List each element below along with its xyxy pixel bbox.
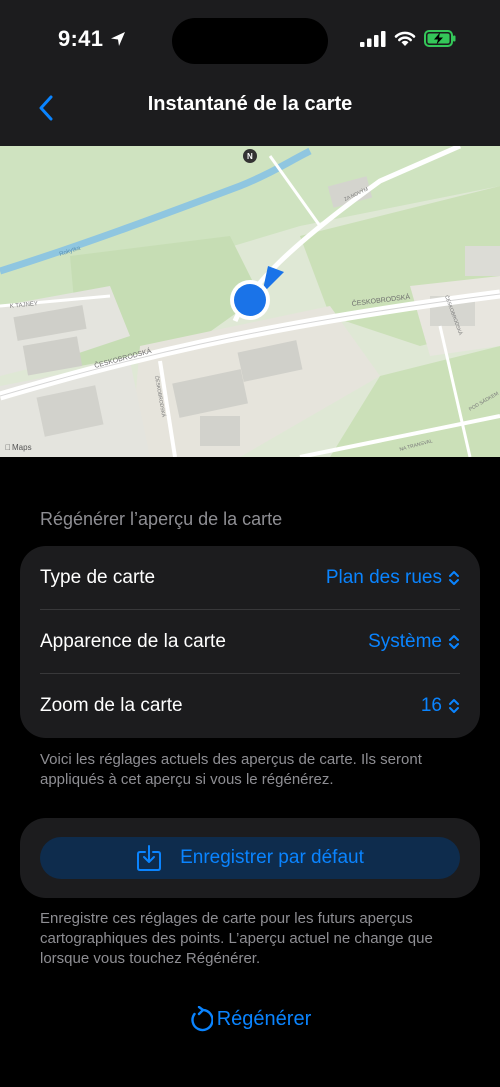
settings-footnote: Voici les réglages actuels des aperçus d…: [40, 751, 422, 788]
map-appearance-picker[interactable]: Système: [368, 631, 460, 653]
save-footnote: Enregistre ces réglages de carte pour le…: [40, 910, 433, 967]
download-tray-icon: [137, 845, 162, 871]
navigation-bar: Instantané de la carte: [0, 80, 500, 146]
map-type-label: Type de carte: [40, 567, 156, 588]
wifi-icon: [394, 31, 416, 46]
chevron-up-down-icon: [449, 571, 459, 585]
map-type-picker[interactable]: Plan des rues: [326, 567, 460, 589]
map-graphic: ČESKOBRODSKÁ ČESKOBRODSKÁ K TAJNEY Rokyt…: [0, 146, 500, 457]
status-icons: [360, 30, 456, 47]
page-title: Instantané de la carte: [147, 93, 353, 115]
battery-charging-icon: [424, 30, 456, 47]
status-bar: 9:41: [0, 0, 500, 80]
maps-attribution:  Maps: [5, 443, 32, 452]
settings-card: Type de carte Plan des rues Apparence de…: [20, 546, 480, 738]
map-appearance-label: Apparence de la carte: [40, 631, 226, 652]
map-appearance-row[interactable]: Apparence de la carte Système: [40, 610, 460, 674]
maps-attribution-text: Maps: [12, 443, 32, 452]
svg-text:: : [5, 443, 11, 452]
save-default-button[interactable]: Enregistrer par défaut: [40, 837, 460, 879]
svg-text:N: N: [247, 152, 253, 161]
compass-icon: N: [243, 149, 257, 163]
status-time: 9:41: [58, 26, 127, 52]
section-header: Régénérer l’aperçu de la carte: [40, 509, 283, 529]
map-snapshot: ČESKOBRODSKÁ ČESKOBRODSKÁ K TAJNEY Rokyt…: [0, 146, 500, 457]
map-zoom-label: Zoom de la carte: [40, 695, 183, 716]
dynamic-island: [172, 18, 328, 64]
map-zoom-picker[interactable]: 16: [421, 695, 460, 717]
map-type-row[interactable]: Type de carte Plan des rues: [40, 546, 460, 610]
map-zoom-row[interactable]: Zoom de la carte 16: [40, 674, 460, 738]
save-default-label: Enregistrer par défaut: [180, 847, 364, 868]
map-appearance-value: Système: [368, 631, 442, 652]
refresh-icon: [191, 1006, 213, 1032]
location-arrow-icon: [111, 32, 126, 46]
chevron-up-down-icon: [449, 635, 459, 649]
regenerate-button[interactable]: Régénérer: [0, 1006, 500, 1032]
chevron-up-down-icon: [449, 699, 459, 713]
save-card: Enregistrer par défaut: [20, 818, 480, 898]
map-zoom-value: 16: [420, 695, 442, 716]
map-type-value: Plan des rues: [325, 567, 442, 588]
status-time-text: 9:41: [58, 26, 104, 51]
regenerate-label: Régénérer: [216, 1007, 312, 1030]
cellular-signal-icon: [360, 30, 386, 47]
